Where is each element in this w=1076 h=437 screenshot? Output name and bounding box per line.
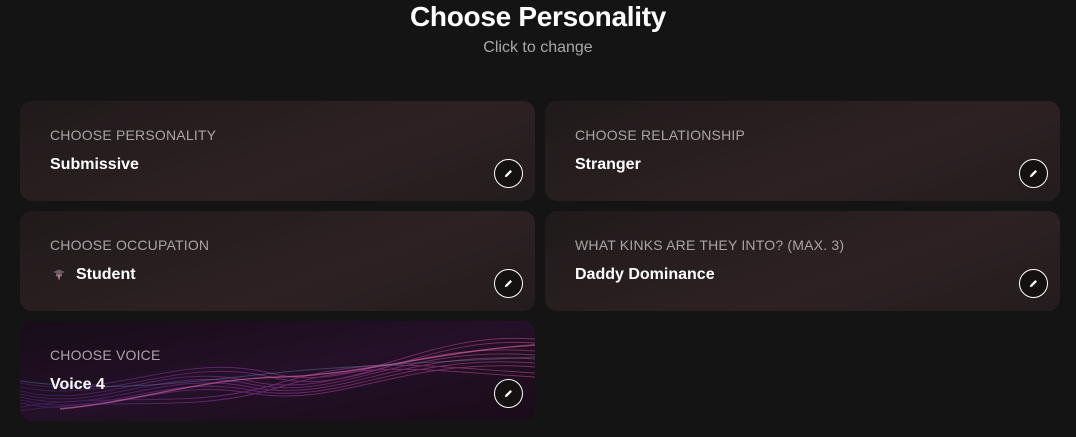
relationship-value: Stranger [575, 156, 641, 174]
occupation-card[interactable]: CHOOSE OCCUPATION Student [20, 211, 535, 311]
personality-label: CHOOSE PERSONALITY [50, 127, 217, 143]
kinks-card[interactable]: WHAT KINKS ARE THEY INTO? (MAX. 3) Daddy… [545, 211, 1060, 311]
edit-kinks-button[interactable] [1019, 269, 1048, 298]
voice-value: Voice 4 [50, 376, 105, 394]
relationship-label: CHOOSE RELATIONSHIP [575, 127, 746, 143]
edit-occupation-button[interactable] [494, 269, 523, 298]
relationship-card[interactable]: CHOOSE RELATIONSHIP Stranger [545, 101, 1060, 201]
graduation-cap-icon [50, 267, 68, 284]
edit-relationship-button[interactable] [1019, 159, 1048, 188]
voice-card[interactable]: CHOOSE VOICE Voice 4 [20, 321, 535, 421]
occupation-label: CHOOSE OCCUPATION [50, 237, 210, 253]
kinks-value: Daddy Dominance [575, 266, 715, 284]
voice-label: CHOOSE VOICE [50, 347, 161, 363]
voice-value-text: Voice 4 [50, 376, 105, 393]
pencil-icon [1029, 170, 1037, 178]
edit-personality-button[interactable] [494, 159, 523, 188]
relationship-value-text: Stranger [575, 156, 641, 173]
edit-voice-button[interactable] [494, 379, 523, 408]
voice-waveform-background [20, 321, 535, 421]
pencil-icon [504, 390, 512, 398]
page-title: Choose Personality [409, 1, 666, 32]
pencil-icon [504, 280, 512, 288]
personality-value: Submissive [50, 156, 139, 174]
occupation-value-text: Student [76, 266, 136, 283]
personality-value-text: Submissive [50, 156, 139, 173]
occupation-value: Student [50, 266, 136, 284]
kinks-label: WHAT KINKS ARE THEY INTO? (MAX. 3) [575, 237, 845, 253]
page-subtitle: Click to change [483, 39, 593, 56]
personality-card[interactable]: CHOOSE PERSONALITY Submissive [20, 101, 535, 201]
kinks-value-text: Daddy Dominance [575, 266, 715, 283]
pencil-icon [1029, 280, 1037, 288]
personality-page: Choose Personality Click to change CHOOS… [0, 0, 1076, 437]
pencil-icon [504, 170, 512, 178]
